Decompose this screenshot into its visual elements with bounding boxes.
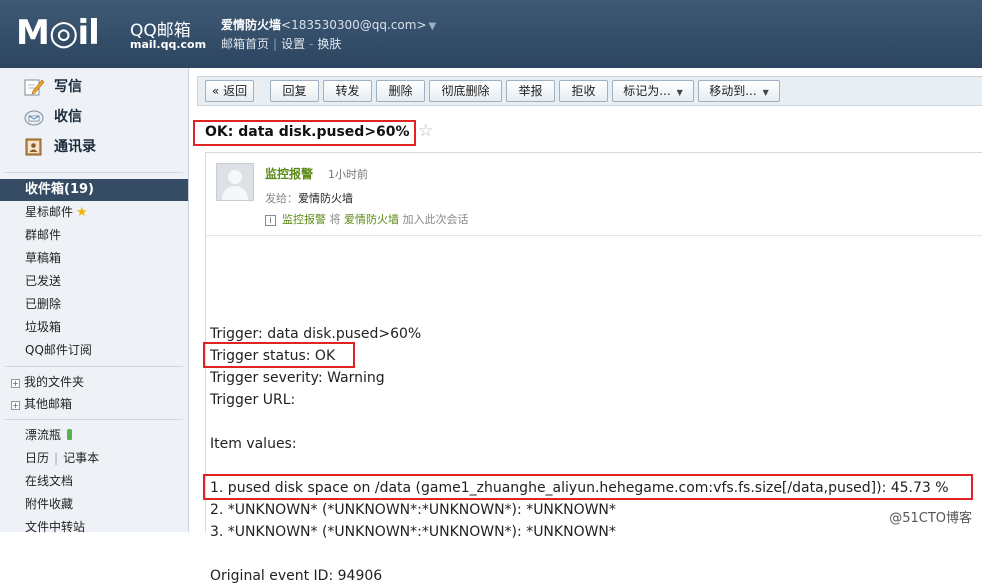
divider: | xyxy=(54,451,59,465)
divider xyxy=(5,172,183,173)
bottle-icon xyxy=(67,429,73,440)
reply-button[interactable]: 回复 xyxy=(270,80,319,102)
conversation-info: i 监控报警 将 爱情防火墙 加入此次会话 xyxy=(265,211,469,227)
body-line: Trigger URL: xyxy=(210,392,296,408)
sidebar-item-notes[interactable]: 记事本 xyxy=(63,451,99,465)
mail-toolbar: « 返回 回复 转发 删除 彻底删除 举报 拒收 标记为... ▼ 移动到... ▼ xyxy=(197,76,982,106)
back-button[interactable]: « 返回 xyxy=(205,80,254,102)
sidebar-item-group-mail[interactable]: 群邮件 xyxy=(0,224,188,247)
forward-button[interactable]: 转发 xyxy=(323,80,372,102)
logo-url-text: mail.qq.com xyxy=(130,38,207,51)
sidebar-item-drift-bottle[interactable]: 漂流瓶 xyxy=(0,424,188,447)
link-settings[interactable]: 设置 xyxy=(281,37,305,51)
body-line: 3. *UNKNOWN* (*UNKNOWN*:*UNKNOWN*): *UNK… xyxy=(210,524,616,540)
body-line: 2. *UNKNOWN* (*UNKNOWN*:*UNKNOWN*): *UNK… xyxy=(210,502,616,518)
body-line: 1. pused disk space on /data (game1_zhua… xyxy=(210,480,949,496)
divider xyxy=(5,366,183,367)
body-line: Original event ID: 94906 xyxy=(210,568,383,584)
sidebar-item-calendar-notes: 日历 | 记事本 xyxy=(0,447,188,470)
mail-card: 监控报警 1小时前 发给：爱情防火墙 i 监控报警 将 爱情防火墙 加入此次会话 … xyxy=(203,152,982,584)
qq-mail-logo[interactable]: M◎il xyxy=(16,14,100,52)
body-line: Item values: xyxy=(210,436,297,452)
caret-down-icon: ▼ xyxy=(762,88,769,97)
avatar[interactable] xyxy=(216,163,254,201)
move-to-label: 移动到... xyxy=(709,84,757,98)
avatar-head-shape xyxy=(228,170,242,184)
sidebar-item-label: 我的文件夹 xyxy=(24,375,85,389)
divider xyxy=(206,235,982,236)
sidebar-item-attachments[interactable]: 附件收藏 xyxy=(0,493,188,516)
sidebar: 写信 收信 通讯录 收件箱(19) 星标邮件 ★ 群邮件 草稿箱 已发送 已删除 … xyxy=(0,68,189,534)
sidebar-item-contacts[interactable]: 通讯录 xyxy=(0,136,188,166)
sidebar-item-starred[interactable]: 星标邮件 ★ xyxy=(0,201,188,224)
sidebar-item-file-transfer[interactable]: 文件中转站 xyxy=(0,516,188,539)
sidebar-item-other-mailboxes[interactable]: + 其他邮箱 xyxy=(0,393,188,415)
sidebar-item-inbox[interactable]: 收件箱(19) xyxy=(0,179,188,201)
mail-subject: OK: data disk.pused>60% xyxy=(205,124,410,140)
info-text: 将 xyxy=(326,213,344,226)
link-mail-home[interactable]: 邮箱首页 xyxy=(221,37,269,51)
info-sender[interactable]: 监控报警 xyxy=(282,213,326,226)
body-line: Trigger severity: Warning xyxy=(210,370,385,386)
sender-name[interactable]: 监控报警 xyxy=(265,165,313,182)
reject-button[interactable]: 拒收 xyxy=(559,80,608,102)
header-links: 邮箱首页 | 设置 - 换肤 xyxy=(221,35,341,52)
permanent-delete-button[interactable]: 彻底删除 xyxy=(429,80,502,102)
star-outline-icon[interactable]: ☆ xyxy=(418,121,433,141)
star-icon: ★ xyxy=(76,205,88,220)
info-text: 加入此次会话 xyxy=(399,213,469,226)
expand-plus-icon[interactable]: + xyxy=(11,379,20,388)
expand-plus-icon[interactable]: + xyxy=(11,401,20,410)
sidebar-item-label: 写信 xyxy=(54,79,82,95)
sent-time: 1小时前 xyxy=(328,168,368,181)
mark-as-label: 标记为... xyxy=(623,84,671,98)
inbox-icon xyxy=(24,110,44,126)
sidebar-item-label: 其他邮箱 xyxy=(24,397,73,411)
recipient-name[interactable]: 爱情防火墙 xyxy=(298,192,353,205)
sidebar-item-check-mail[interactable]: 收信 xyxy=(0,106,188,136)
info-target[interactable]: 爱情防火墙 xyxy=(344,213,399,226)
sidebar-item-subscriptions[interactable]: QQ邮件订阅 xyxy=(0,339,188,362)
body-line: Trigger: data disk.pused>60% xyxy=(210,326,422,342)
move-to-dropdown[interactable]: 移动到... ▼ xyxy=(698,80,780,102)
account-nickname: 爱情防火墙 xyxy=(221,18,282,32)
mark-as-dropdown[interactable]: 标记为... ▼ xyxy=(612,80,694,102)
recipient-label: 发给： xyxy=(265,192,298,205)
sidebar-item-calendar[interactable]: 日历 xyxy=(25,451,49,465)
avatar-body-shape xyxy=(222,186,248,200)
body-line: Trigger status: OK xyxy=(210,348,336,364)
sidebar-item-label: 星标邮件 xyxy=(25,205,74,219)
recipient-line: 发给：爱情防火墙 xyxy=(265,190,353,206)
sidebar-primary-actions: 写信 收信 通讯录 xyxy=(0,68,188,172)
top-header: M◎il QQ邮箱 mail.qq.com 爱情防火墙<183530300@qq… xyxy=(0,0,982,68)
sidebar-item-label: 通讯录 xyxy=(54,139,96,155)
sidebar-item-deleted[interactable]: 已删除 xyxy=(0,293,188,316)
sidebar-item-online-docs[interactable]: 在线文档 xyxy=(0,470,188,493)
sidebar-item-compose[interactable]: 写信 xyxy=(0,76,188,106)
report-spam-button[interactable]: 举报 xyxy=(506,80,555,102)
chevron-down-icon[interactable]: ▼ xyxy=(429,21,437,32)
divider xyxy=(5,419,183,420)
mail-read-pane: « 返回 回复 转发 删除 彻底删除 举报 拒收 标记为... ▼ 移动到... ▼… xyxy=(189,68,982,584)
info-icon: i xyxy=(265,215,276,226)
sidebar-item-my-folders[interactable]: + 我的文件夹 xyxy=(0,371,188,393)
link-skin[interactable]: 换肤 xyxy=(317,37,341,51)
sidebar-item-label: 收信 xyxy=(54,109,82,125)
sidebar-item-spam[interactable]: 垃圾箱 xyxy=(0,316,188,339)
delete-button[interactable]: 删除 xyxy=(376,80,425,102)
account-email: <183530300@qq.com> xyxy=(281,18,427,32)
sidebar-item-sent[interactable]: 已发送 xyxy=(0,270,188,293)
account-name[interactable]: 爱情防火墙<183530300@qq.com> ▼ xyxy=(221,16,436,33)
sidebar-item-label: 漂流瓶 xyxy=(25,428,62,442)
pencil-icon xyxy=(24,79,44,96)
watermark: @51CTO博客 xyxy=(889,511,972,526)
contacts-icon xyxy=(25,138,42,156)
divider: - xyxy=(309,37,314,51)
caret-down-icon: ▼ xyxy=(676,88,683,97)
divider: | xyxy=(273,37,278,51)
sidebar-item-drafts[interactable]: 草稿箱 xyxy=(0,247,188,270)
